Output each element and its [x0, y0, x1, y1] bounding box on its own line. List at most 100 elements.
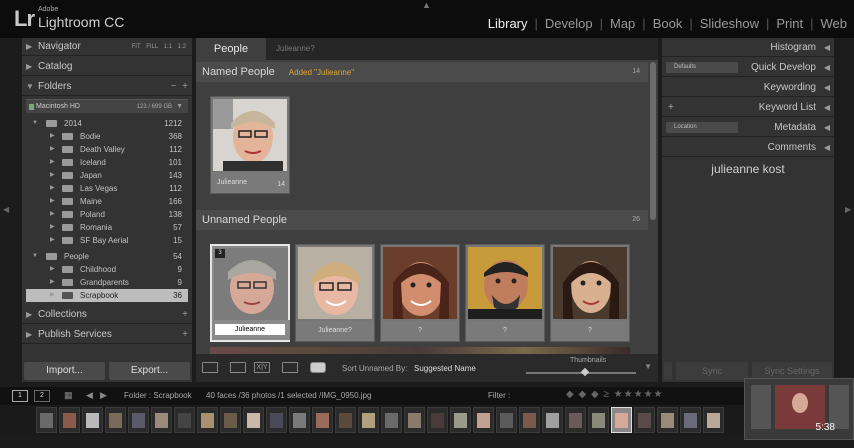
collections-header[interactable]: ▶ Collections +	[22, 306, 192, 324]
film-cell[interactable]	[128, 407, 149, 433]
module-book[interactable]: Book	[646, 16, 690, 31]
top-panel-toggle-icon[interactable]: ▲	[422, 0, 431, 10]
folders-header[interactable]: ▼ Folders − +	[22, 78, 192, 96]
catalog-header[interactable]: ▶ Catalog	[22, 58, 192, 76]
folder-row[interactable]: ▶ Bodie 368	[26, 130, 188, 143]
film-cell[interactable]	[634, 407, 655, 433]
folder-row[interactable]: ▶ Poland 138	[26, 208, 188, 221]
film-cell[interactable]	[312, 407, 333, 433]
filmstrip[interactable]	[0, 405, 854, 435]
film-cell[interactable]	[82, 407, 103, 433]
folder-row[interactable]: ▶ SF Bay Aerial 15	[26, 234, 188, 247]
film-cell[interactable]	[197, 407, 218, 433]
histogram-header[interactable]: Histogram ◀	[662, 38, 834, 57]
unnamed-face-card[interactable]: ?	[380, 244, 460, 342]
unnamed-face-card[interactable]: Julieanne?	[295, 244, 375, 342]
add-keyword-icon[interactable]: +	[668, 98, 674, 117]
import-button[interactable]: Import...	[24, 362, 105, 380]
module-library[interactable]: Library	[481, 16, 535, 31]
publish-services-header[interactable]: ▶ Publish Services +	[22, 326, 192, 344]
sort-select[interactable]: Suggested Name	[414, 364, 476, 373]
back-arrow-icon[interactable]: ◀	[86, 390, 93, 401]
keyword-list-header[interactable]: + Keyword List ◀	[662, 98, 834, 117]
metadata-header[interactable]: Location Metadata ◀	[662, 118, 834, 137]
grid-scrollbar[interactable]	[650, 62, 656, 220]
folder-row[interactable]: ▶ Romania 57	[26, 221, 188, 234]
film-cell[interactable]	[289, 407, 310, 433]
film-cell[interactable]	[542, 407, 563, 433]
tab-people[interactable]: People	[196, 38, 266, 60]
grid-icon[interactable]: ▦	[64, 390, 73, 401]
folder-row[interactable]: ▶ Grandparents 9	[26, 276, 188, 289]
face-name-input[interactable]: Julieanne	[215, 324, 285, 335]
named-face-card[interactable]: Julieanne 14	[210, 96, 290, 194]
film-cell[interactable]	[496, 407, 517, 433]
sync-button[interactable]: Sync	[676, 362, 748, 380]
people-view-icon[interactable]	[310, 362, 326, 373]
film-cell[interactable]	[105, 407, 126, 433]
film-cell[interactable]	[473, 407, 494, 433]
survey-view-icon[interactable]	[282, 362, 298, 373]
film-cell[interactable]	[59, 407, 80, 433]
preset-select[interactable]: Defaults	[666, 62, 738, 73]
film-cell[interactable]	[450, 407, 471, 433]
film-cell[interactable]	[519, 407, 540, 433]
volume-bar[interactable]: Macintosh HD 123 / 699 GB ▼	[26, 99, 188, 113]
film-cell[interactable]	[358, 407, 379, 433]
folder-people[interactable]: ▼ People 54	[26, 250, 188, 263]
film-cell[interactable]	[174, 407, 195, 433]
add-collection-icon[interactable]: +	[182, 306, 188, 324]
film-cell[interactable]	[565, 407, 586, 433]
folder-row[interactable]: ▶ Childhood 9	[26, 263, 188, 276]
next-row-thumbnails[interactable]	[210, 347, 630, 354]
film-cell[interactable]	[680, 407, 701, 433]
comments-header[interactable]: Comments ◀	[662, 138, 834, 157]
module-slideshow[interactable]: Slideshow	[693, 16, 766, 31]
source-breadcrumb[interactable]: Folder : Scrapbook	[124, 391, 192, 400]
left-panel-toggle-icon[interactable]: ◀	[3, 205, 9, 214]
module-develop[interactable]: Develop	[538, 16, 600, 31]
add-service-icon[interactable]: +	[182, 326, 188, 344]
folder-add-icon[interactable]: − +	[171, 78, 188, 96]
folder-row[interactable]: ▶ Japan 143	[26, 169, 188, 182]
unnamed-face-card-selected[interactable]: 3 Julieanne	[210, 244, 290, 342]
module-map[interactable]: Map	[603, 16, 642, 31]
navigator-zoom-options[interactable]: FIT FILL 1:1 1:2	[132, 38, 186, 56]
film-cell[interactable]	[657, 407, 678, 433]
loupe-view-icon[interactable]	[230, 362, 246, 373]
folder-row-selected[interactable]: ▶ Scrapbook 36	[26, 289, 188, 302]
window-1-button[interactable]: 1	[12, 390, 28, 402]
folder-row[interactable]: ▶ Maine 166	[26, 195, 188, 208]
module-web[interactable]: Web	[814, 16, 854, 31]
slider-knob[interactable]	[580, 367, 590, 377]
film-cell[interactable]	[151, 407, 172, 433]
film-cell[interactable]	[266, 407, 287, 433]
sync-toggle[interactable]	[664, 362, 672, 380]
film-cell-selected[interactable]	[611, 407, 632, 433]
film-cell[interactable]	[703, 407, 724, 433]
film-cell[interactable]	[36, 407, 57, 433]
export-button[interactable]: Export...	[109, 362, 190, 380]
right-panel-toggle-icon[interactable]: ▶	[845, 205, 851, 214]
folder-row[interactable]: ▶ Las Vegas 112	[26, 182, 188, 195]
metadata-select[interactable]: Location	[666, 122, 738, 133]
module-print[interactable]: Print	[769, 16, 810, 31]
people-search-field[interactable]: Julieanne?	[276, 38, 315, 60]
folder-row[interactable]: ▶ Iceland 101	[26, 156, 188, 169]
unnamed-face-card[interactable]: ?	[465, 244, 545, 342]
navigator-header[interactable]: ▶ Navigator FIT FILL 1:1 1:2	[22, 38, 192, 56]
film-cell[interactable]	[427, 407, 448, 433]
grid-view-icon[interactable]	[202, 362, 218, 373]
film-cell[interactable]	[243, 407, 264, 433]
rating-filter-stars[interactable]: ◆ ◆ ◆ ≥ ★★★★★	[566, 389, 664, 400]
film-cell[interactable]	[335, 407, 356, 433]
keywording-header[interactable]: Keywording ◀	[662, 78, 834, 97]
toolbar-menu-icon[interactable]: ▼	[644, 362, 652, 371]
unnamed-face-card[interactable]: ?	[550, 244, 630, 342]
compare-view-icon[interactable]: X|Y	[254, 362, 270, 373]
folder-row[interactable]: ▶ Death Valley 112	[26, 143, 188, 156]
film-cell[interactable]	[381, 407, 402, 433]
film-cell[interactable]	[588, 407, 609, 433]
folder-year-2014[interactable]: ▼ 2014 1212	[26, 117, 188, 130]
film-cell[interactable]	[404, 407, 425, 433]
